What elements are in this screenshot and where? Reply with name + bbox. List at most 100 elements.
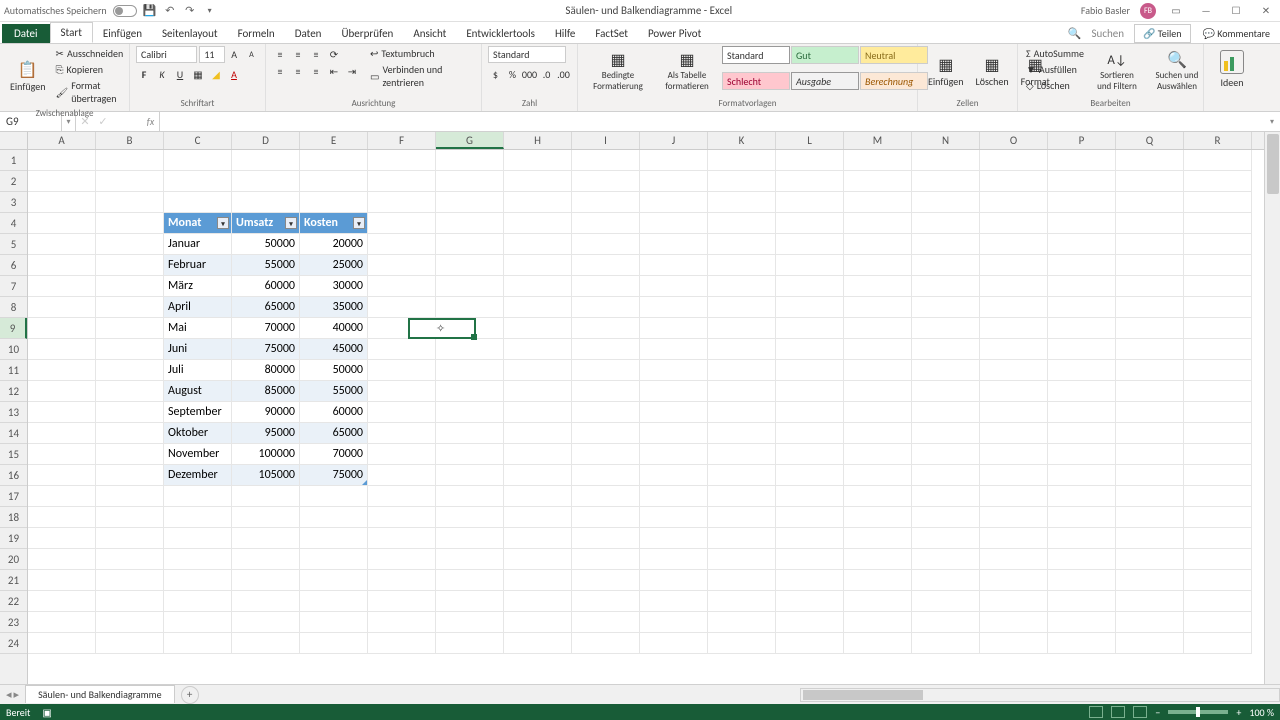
cell[interactable] [96, 255, 164, 276]
view-layout-icon[interactable] [1111, 706, 1125, 718]
row-header-20[interactable]: 20 [0, 549, 27, 570]
cell[interactable] [640, 297, 708, 318]
col-header-J[interactable]: J [640, 132, 708, 149]
undo-icon[interactable]: ↶ [163, 4, 177, 18]
cell[interactable] [844, 591, 912, 612]
cell[interactable] [1116, 381, 1184, 402]
cell[interactable] [844, 402, 912, 423]
cell[interactable] [640, 234, 708, 255]
cell[interactable] [436, 612, 504, 633]
cell[interactable] [436, 528, 504, 549]
cell[interactable] [912, 402, 980, 423]
cell[interactable] [980, 528, 1048, 549]
cell[interactable] [572, 255, 640, 276]
cell[interactable] [1048, 507, 1116, 528]
cell[interactable] [232, 528, 300, 549]
cell[interactable] [368, 192, 436, 213]
cell[interactable] [504, 213, 572, 234]
inc-decimal-icon[interactable]: .0 [539, 66, 554, 82]
fx-icon[interactable]: fx [142, 112, 160, 131]
cell[interactable] [164, 633, 232, 654]
cell[interactable] [912, 192, 980, 213]
cell[interactable] [96, 276, 164, 297]
cell[interactable] [572, 339, 640, 360]
cell[interactable] [164, 570, 232, 591]
row-header-6[interactable]: 6 [0, 255, 27, 276]
cell[interactable] [980, 318, 1048, 339]
row-header-2[interactable]: 2 [0, 171, 27, 192]
row-header-4[interactable]: 4 [0, 213, 27, 234]
cell[interactable]: 45000 [300, 339, 368, 360]
cell[interactable] [1048, 339, 1116, 360]
cell[interactable] [1116, 591, 1184, 612]
cell[interactable] [28, 633, 96, 654]
row-header-9[interactable]: 9 [0, 318, 27, 339]
cell[interactable] [1184, 549, 1252, 570]
comments-button[interactable]: 💬 Kommentare [1195, 25, 1278, 42]
cell[interactable] [776, 528, 844, 549]
cell[interactable] [1048, 381, 1116, 402]
cell[interactable] [844, 255, 912, 276]
cell[interactable] [232, 507, 300, 528]
cell[interactable] [708, 276, 776, 297]
cell[interactable] [1048, 423, 1116, 444]
cell[interactable] [1184, 444, 1252, 465]
cell[interactable] [28, 486, 96, 507]
cell[interactable] [708, 423, 776, 444]
col-header-M[interactable]: M [844, 132, 912, 149]
cell[interactable] [1048, 549, 1116, 570]
cell[interactable]: 85000 [232, 381, 300, 402]
cell[interactable] [300, 150, 368, 171]
cell[interactable] [708, 528, 776, 549]
cell[interactable] [708, 633, 776, 654]
indent-dec-icon[interactable]: ⇤ [326, 63, 342, 79]
cell[interactable] [1116, 213, 1184, 234]
cell[interactable] [1184, 318, 1252, 339]
cell[interactable] [912, 444, 980, 465]
cell[interactable]: 60000 [232, 276, 300, 297]
cut-button[interactable]: ✂ Ausschneiden [54, 46, 126, 61]
add-sheet-button[interactable]: + [181, 686, 199, 704]
cell[interactable] [640, 549, 708, 570]
view-pagebreak-icon[interactable] [1133, 706, 1147, 718]
orientation-icon[interactable]: ⟳ [326, 46, 342, 62]
cell[interactable]: Umsatz▾ [232, 213, 300, 234]
col-header-C[interactable]: C [164, 132, 232, 149]
cell[interactable] [28, 528, 96, 549]
cell[interactable] [640, 360, 708, 381]
cell[interactable] [912, 150, 980, 171]
cell[interactable] [368, 234, 436, 255]
row-header-1[interactable]: 1 [0, 150, 27, 171]
cell[interactable] [164, 612, 232, 633]
cell[interactable]: 70000 [300, 444, 368, 465]
cell[interactable] [1116, 339, 1184, 360]
cell[interactable] [504, 255, 572, 276]
cell[interactable] [1184, 234, 1252, 255]
cell[interactable] [1116, 465, 1184, 486]
cell[interactable] [368, 528, 436, 549]
align-left-icon[interactable]: ≡ [272, 63, 288, 79]
cell[interactable] [504, 486, 572, 507]
row-header-15[interactable]: 15 [0, 444, 27, 465]
cell[interactable] [368, 465, 436, 486]
cell[interactable] [96, 591, 164, 612]
cell[interactable]: 75000 [232, 339, 300, 360]
cell[interactable] [96, 360, 164, 381]
cell[interactable] [980, 255, 1048, 276]
cell[interactable] [1048, 402, 1116, 423]
align-right-icon[interactable]: ≡ [308, 63, 324, 79]
cell[interactable] [912, 360, 980, 381]
cell[interactable] [96, 213, 164, 234]
cell[interactable] [640, 444, 708, 465]
cell[interactable] [164, 150, 232, 171]
row-header-21[interactable]: 21 [0, 570, 27, 591]
cell[interactable] [912, 591, 980, 612]
cell[interactable] [640, 591, 708, 612]
cell[interactable] [980, 570, 1048, 591]
qat-customize-icon[interactable]: ▾ [203, 4, 217, 18]
cell[interactable] [912, 213, 980, 234]
cell[interactable] [844, 528, 912, 549]
cell[interactable] [504, 549, 572, 570]
cell[interactable] [572, 507, 640, 528]
cell[interactable] [232, 150, 300, 171]
